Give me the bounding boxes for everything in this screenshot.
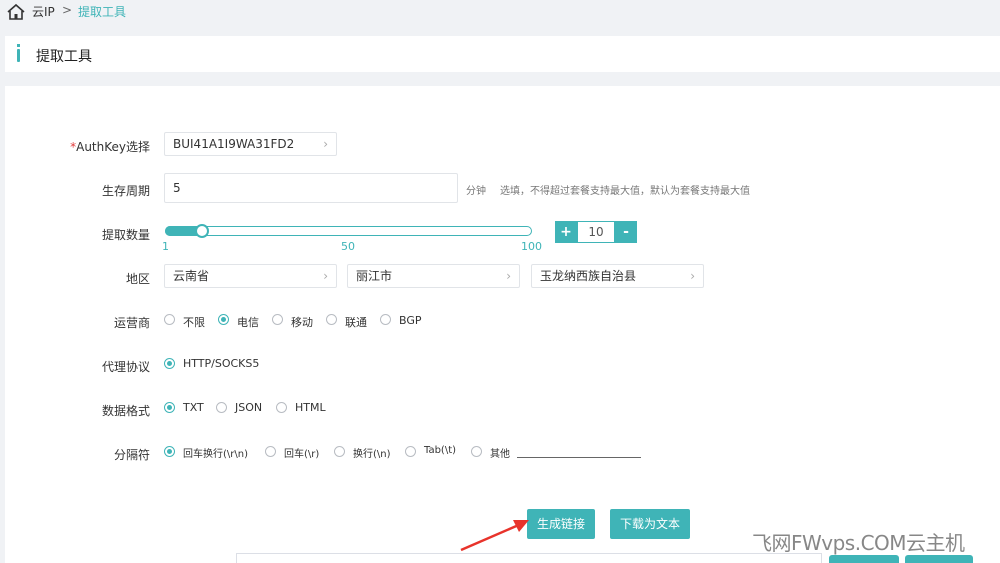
lifetime-label: 生存周期 [101, 184, 150, 198]
quantity-slider-thumb[interactable] [195, 224, 209, 238]
lifetime-input[interactable]: 5 [164, 173, 458, 203]
format-radio-html[interactable] [276, 402, 287, 413]
isp-option-label: 联通 [345, 316, 367, 329]
county-select[interactable]: 玉龙纳西族自治县 › [531, 264, 704, 288]
form-panel [5, 86, 1000, 563]
isp-radio-any[interactable] [164, 314, 175, 325]
separator-option-label: 换行(\n) [353, 449, 391, 460]
breadcrumb-root[interactable]: 云IP [32, 3, 55, 20]
open-button[interactable] [905, 555, 973, 563]
format-option-label: TXT [183, 401, 204, 414]
chevron-right-icon: › [323, 269, 328, 283]
separator-radio-other[interactable] [471, 446, 482, 457]
title-accent-dot [17, 44, 20, 47]
isp-option-label: 不限 [183, 316, 205, 329]
authkey-label: *AuthKey选择 [70, 140, 150, 154]
separator-option-label: 回车(\r) [284, 449, 320, 460]
isp-radio-telecom[interactable] [218, 314, 229, 325]
city-select[interactable]: 丽江市 › [347, 264, 520, 288]
result-link-field[interactable] [236, 553, 822, 563]
region-label: 地区 [125, 272, 150, 286]
title-bar [5, 36, 1000, 72]
home-icon[interactable] [6, 3, 26, 21]
separator-radio-cr[interactable] [265, 446, 276, 457]
slider-mid-label: 50 [341, 240, 355, 253]
authkey-value: BUI41A1I9WA31FD2 [173, 137, 295, 151]
title-accent-bar [17, 49, 20, 62]
separator-radio-lf[interactable] [334, 446, 345, 457]
protocol-radio-http-socks5[interactable] [164, 358, 175, 369]
city-value: 丽江市 [356, 269, 393, 283]
isp-option-label: 移动 [291, 316, 313, 329]
isp-option-label: 电信 [237, 316, 259, 329]
isp-radio-unicom[interactable] [326, 314, 337, 325]
separator-custom-input[interactable] [517, 457, 641, 458]
separator-option-label: Tab(\t) [424, 445, 457, 456]
watermark-text: 飞网FWvps.COM云主机 [752, 531, 965, 555]
isp-radio-mobile[interactable] [272, 314, 283, 325]
breadcrumb-separator: > [62, 3, 73, 17]
quantity-value[interactable]: 10 [577, 221, 615, 243]
chevron-right-icon: › [506, 269, 511, 283]
lifetime-hint: 选填，不得超过套餐支持最大值，默认为套餐支持最大值 [500, 186, 750, 197]
isp-option-label: BGP [399, 314, 422, 327]
format-option-label: HTML [295, 401, 326, 414]
protocol-label: 代理协议 [101, 360, 150, 374]
lifetime-unit: 分钟 [466, 186, 486, 197]
slider-min-label: 1 [162, 240, 169, 253]
quantity-label: 提取数量 [101, 228, 150, 242]
separator-option-label: 其他 [490, 449, 510, 460]
format-option-label: JSON [235, 401, 263, 414]
quantity-slider-track[interactable] [165, 226, 532, 236]
quantity-plus-button[interactable]: + [555, 221, 577, 243]
province-select[interactable]: 云南省 › [164, 264, 337, 288]
generate-link-button[interactable]: 生成链接 [527, 509, 595, 539]
quantity-minus-button[interactable]: - [615, 221, 637, 243]
arrow-annotation-icon [460, 520, 529, 552]
page-title: 提取工具 [36, 49, 92, 65]
separator-radio-tab[interactable] [405, 446, 416, 457]
county-value: 玉龙纳西族自治县 [540, 269, 637, 283]
download-text-button[interactable]: 下载为文本 [610, 509, 690, 539]
lifetime-value: 5 [173, 181, 181, 195]
slider-max-label: 100 [521, 240, 542, 253]
protocol-option-label: HTTP/SOCKS5 [183, 357, 260, 370]
province-value: 云南省 [173, 269, 210, 283]
isp-radio-bgp[interactable] [380, 314, 391, 325]
format-label: 数据格式 [101, 404, 150, 418]
separator-radio-crlf[interactable] [164, 446, 175, 457]
breadcrumb [0, 0, 1000, 30]
breadcrumb-current: 提取工具 [78, 5, 127, 19]
isp-label: 运营商 [113, 316, 150, 330]
chevron-right-icon: › [690, 269, 695, 283]
authkey-select[interactable]: BUI41A1I9WA31FD2 › [164, 132, 337, 156]
chevron-right-icon: › [323, 137, 328, 151]
separator-label: 分隔符 [113, 448, 150, 462]
format-radio-txt[interactable] [164, 402, 175, 413]
copy-button[interactable] [829, 555, 899, 563]
format-radio-json[interactable] [216, 402, 227, 413]
separator-option-label: 回车换行(\r\n) [183, 449, 248, 460]
